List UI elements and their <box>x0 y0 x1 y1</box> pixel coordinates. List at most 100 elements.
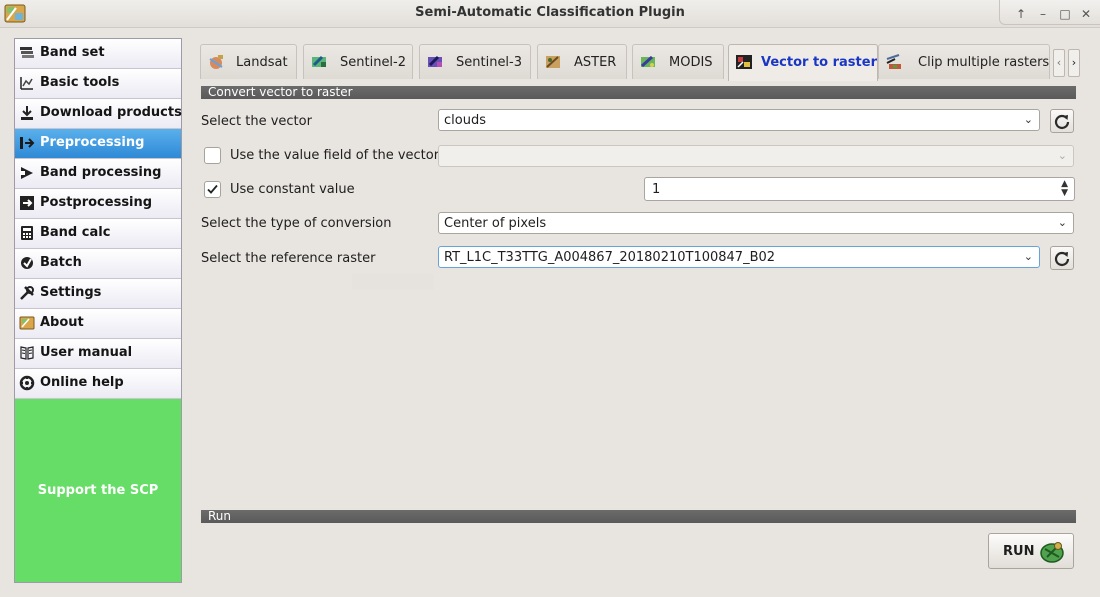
tab-aster[interactable]: ASTER <box>537 44 627 79</box>
vector-select[interactable]: clouds ⌄ <box>438 109 1040 131</box>
sidebar-item-label: Download products <box>40 105 182 120</box>
batch-icon <box>21 257 33 269</box>
sidebar-item-user-manual[interactable]: User manual <box>15 339 181 369</box>
support-the-scp-button[interactable]: Support the SCP <box>15 399 181 582</box>
sidebar-item-label: Basic tools <box>40 75 120 90</box>
sidebar-item-label: Settings <box>40 285 102 300</box>
online-help-icon <box>19 375 35 391</box>
value-field-label: Use the value field of the vector <box>230 148 440 163</box>
tab-label: Clip multiple rasters <box>918 55 1050 70</box>
reference-raster-select[interactable]: RT_L1C_T33TTG_A004867_20180210T100847_B0… <box>438 246 1040 268</box>
run-button[interactable]: RUN <box>988 533 1074 569</box>
preprocessing-tab-bar: Landsat Sentinel-2 Sentinel-3 ASTER MODI… <box>200 44 1084 81</box>
keep-above-icon[interactable]: ↑ <box>1013 6 1029 22</box>
landsat-icon <box>209 55 223 69</box>
refresh-reference-raster-button[interactable] <box>1050 246 1074 270</box>
tab-modis[interactable]: MODIS <box>632 44 724 79</box>
title-bar: Semi-Automatic Classification Plugin ↑ –… <box>0 0 1100 28</box>
sidebar-item-label: Preprocessing <box>40 135 145 150</box>
tab-sentinel-2[interactable]: Sentinel-2 <box>303 44 413 79</box>
chevron-down-icon: ⌄ <box>1057 216 1067 229</box>
select-vector-label: Select the vector <box>201 114 312 129</box>
sentinel-3-icon <box>428 55 442 67</box>
constant-value-spinbox[interactable]: 1 ▲ ▼ <box>644 177 1075 201</box>
refresh-icon <box>1054 251 1070 267</box>
constant-value-label: Use constant value <box>230 182 355 197</box>
sidebar-item-preprocessing[interactable]: Preprocessing <box>15 129 181 159</box>
preprocessing-icon <box>20 137 35 149</box>
sidebar-item-label: Online help <box>40 375 124 390</box>
chevron-down-icon: ⌄ <box>1023 250 1033 263</box>
sidebar-item-label: Band set <box>40 45 105 60</box>
tab-label: Landsat <box>236 55 288 70</box>
sidebar-item-batch[interactable]: Batch <box>15 249 181 279</box>
constant-value-checkbox[interactable] <box>204 181 221 198</box>
convert-section-header: Convert vector to raster <box>201 86 1076 99</box>
tab-label: Sentinel-2 <box>340 55 407 70</box>
window-title: Semi-Automatic Classification Plugin <box>415 5 685 20</box>
value-field-select[interactable]: ⌄ <box>438 145 1074 167</box>
sidebar-item-download-products[interactable]: Download products <box>15 99 182 129</box>
sidebar-item-online-help[interactable]: Online help <box>15 369 181 399</box>
sidebar-item-basic-tools[interactable]: Basic tools <box>15 69 181 99</box>
settings-icon <box>20 286 34 300</box>
sidebar-item-band-processing[interactable]: Band processing <box>15 159 181 189</box>
conversion-type-value: Center of pixels <box>444 216 547 231</box>
tab-sentinel-3[interactable]: Sentinel-3 <box>419 44 531 79</box>
run-button-label: RUN <box>1003 544 1035 559</box>
close-icon[interactable]: ✕ <box>1078 6 1094 22</box>
sidebar-item-band-calc[interactable]: Band calc <box>15 219 181 249</box>
user-manual-icon <box>20 346 34 360</box>
postprocessing-icon <box>20 196 34 210</box>
vector-to-raster-icon <box>736 55 752 69</box>
reference-raster-value: RT_L1C_T33TTG_A004867_20180210T100847_B0… <box>444 250 776 265</box>
run-section-header: Run <box>201 510 1076 523</box>
aster-icon <box>546 56 560 68</box>
reference-raster-label: Select the reference raster <box>201 251 376 266</box>
value-field-checkbox[interactable] <box>204 147 221 164</box>
chevron-down-icon: ⌄ <box>1023 113 1033 126</box>
spin-down-icon[interactable]: ▼ <box>1061 188 1068 198</box>
checkmark-icon <box>207 184 218 194</box>
tab-label: Sentinel-3 <box>456 55 523 70</box>
about-icon <box>19 316 35 330</box>
download-icon <box>21 106 33 120</box>
tab-scroll-left-icon[interactable]: ‹ <box>1053 49 1065 77</box>
conversion-type-label: Select the type of conversion <box>201 216 392 231</box>
run-icon <box>1040 542 1064 563</box>
sidebar-item-band-set[interactable]: Band set <box>15 39 181 69</box>
sidebar-item-postprocessing[interactable]: Postprocessing <box>15 189 181 219</box>
band-processing-icon <box>20 167 33 179</box>
sidebar: Band set Basic tools Download products P… <box>14 38 182 583</box>
conversion-type-select[interactable]: Center of pixels ⌄ <box>438 212 1074 234</box>
constant-value-value: 1 <box>652 182 661 197</box>
sidebar-item-label: Batch <box>40 255 82 270</box>
maximize-icon[interactable]: □ <box>1057 6 1073 22</box>
modis-icon <box>640 55 655 68</box>
sidebar-item-label: Band processing <box>40 165 162 180</box>
tooltip-shadow <box>352 274 434 290</box>
chevron-down-icon: ⌄ <box>1057 149 1067 162</box>
sidebar-item-label: User manual <box>40 345 133 360</box>
sidebar-item-label: Postprocessing <box>40 195 153 210</box>
band-calc-icon <box>21 226 33 240</box>
tab-clip-multiple-rasters[interactable]: Clip multiple rasters <box>878 44 1050 79</box>
refresh-vector-button[interactable] <box>1050 109 1074 133</box>
sidebar-item-settings[interactable]: Settings <box>15 279 181 309</box>
tab-landsat[interactable]: Landsat <box>200 44 297 79</box>
clip-multiple-rasters-icon <box>886 54 901 69</box>
minimize-icon[interactable]: – <box>1035 6 1051 22</box>
tab-vector-to-raster[interactable]: Vector to raster <box>728 44 878 81</box>
sidebar-item-label: About <box>40 315 84 330</box>
refresh-icon <box>1054 114 1070 130</box>
tab-label: Vector to raster <box>761 55 877 70</box>
sidebar-item-label: Band calc <box>40 225 111 240</box>
vector-select-value: clouds <box>444 113 486 128</box>
sidebar-item-about[interactable]: About <box>15 309 181 339</box>
band-set-icon <box>20 47 34 58</box>
sentinel-2-icon <box>312 55 326 67</box>
tab-label: MODIS <box>669 55 713 70</box>
tab-scroll-right-icon[interactable]: › <box>1068 49 1080 77</box>
tab-label: ASTER <box>574 55 617 70</box>
basic-tools-icon <box>20 77 33 90</box>
